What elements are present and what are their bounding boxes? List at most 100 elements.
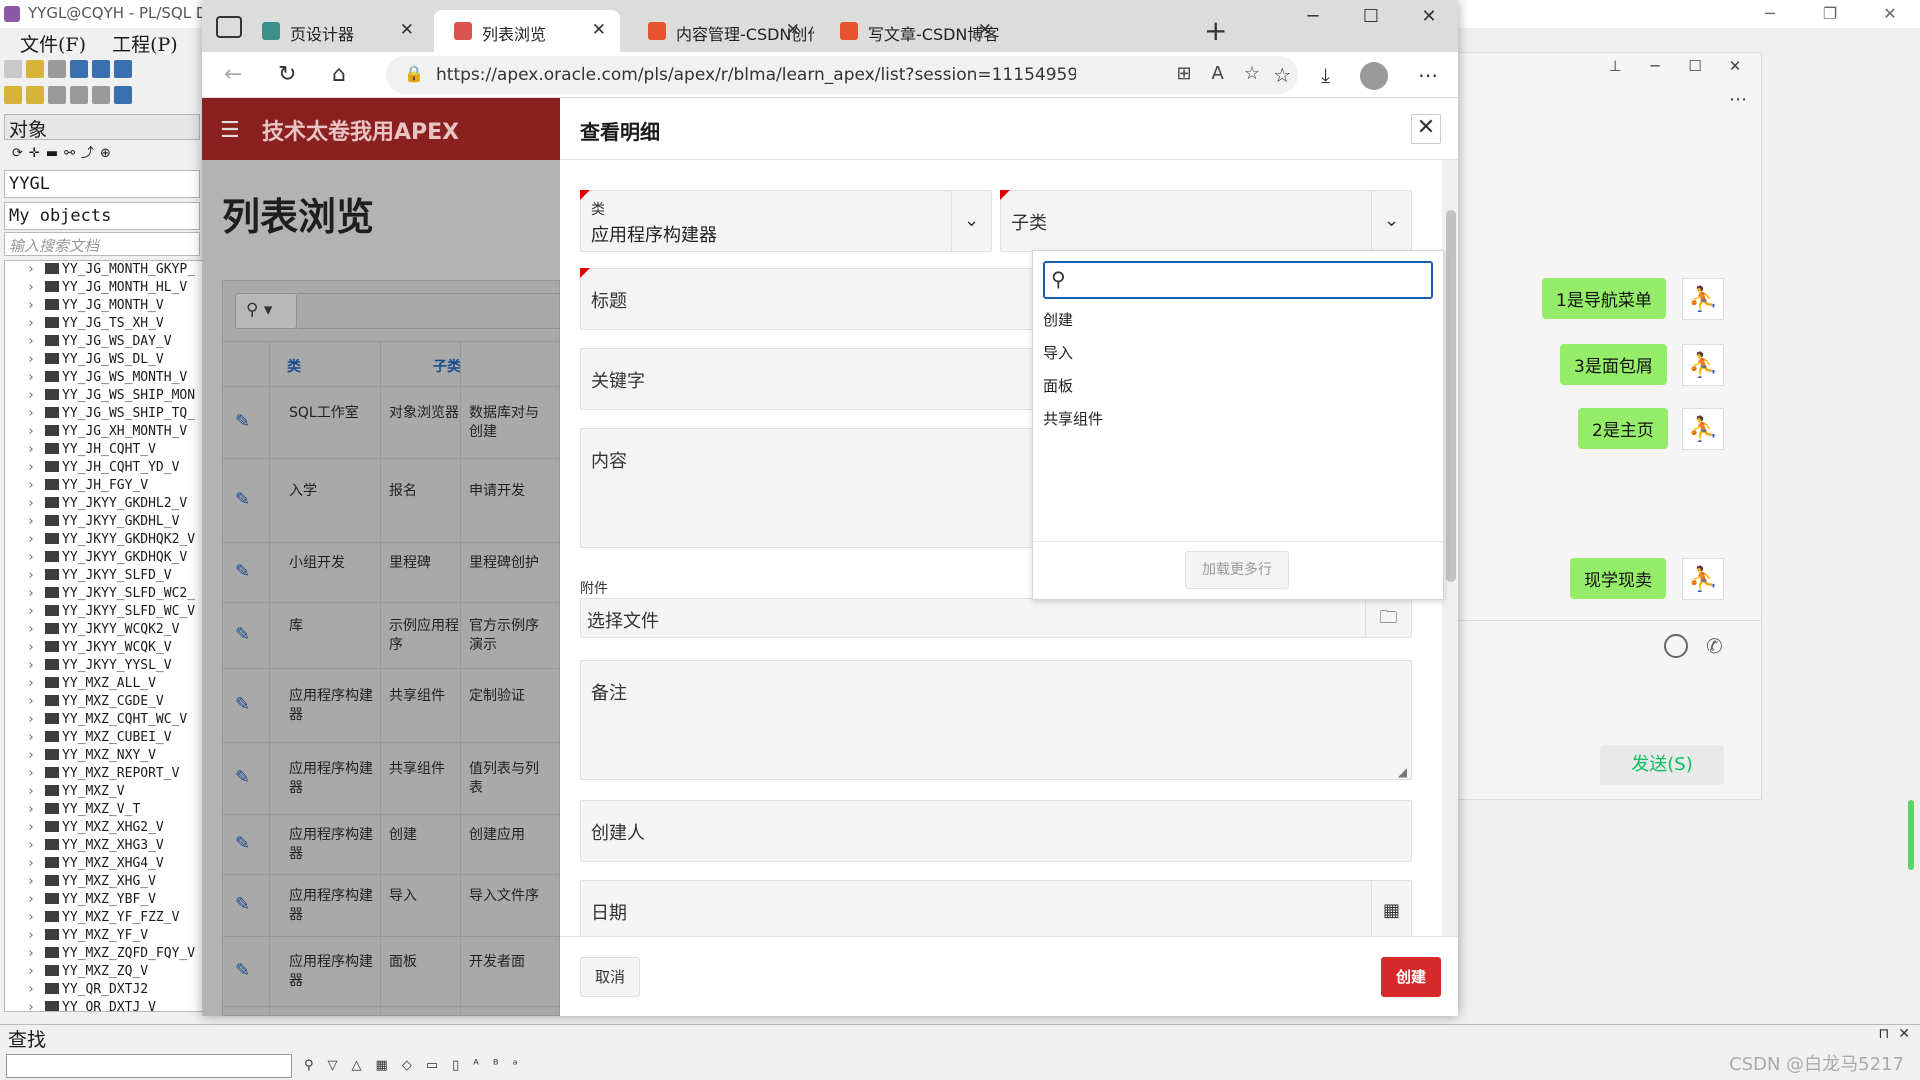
object-tree-item[interactable]: YY_JG_WS_SHIP_TQ_ (5, 405, 203, 423)
popup-search-input[interactable]: ⚲ (1043, 261, 1433, 299)
pin-icon[interactable]: ⊥ (1595, 57, 1635, 75)
more-options-icon[interactable]: ⋯ (1729, 89, 1747, 110)
subcategory-option[interactable]: 面板 (1043, 375, 1073, 396)
close-icon[interactable]: ✕ (1860, 0, 1920, 28)
object-tree-item[interactable]: YY_JG_WS_DAY_V (5, 333, 203, 351)
category-select[interactable]: 类 应用程序构建器 ⌄ (580, 190, 992, 252)
edit-icon[interactable]: ✎ (235, 489, 250, 510)
object-tree-item[interactable]: YY_MXZ_ZQ_V (5, 963, 203, 981)
object-tree-item[interactable]: YY_MXZ_YF_V (5, 927, 203, 945)
url-field[interactable]: 🔒 https://apex.oracle.com/pls/apex/r/blm… (386, 56, 1298, 94)
object-tree-item[interactable]: YY_JG_WS_MONTH_V (5, 369, 203, 387)
browser-tab[interactable]: 内容管理-CSDN创作中✕ (628, 10, 814, 52)
lock-icon[interactable]: 🔒 (404, 64, 424, 83)
folder-icon[interactable]: 🗀 (1365, 599, 1411, 637)
column-header-category[interactable]: 类 (287, 356, 301, 376)
chevron-down-icon[interactable]: ⌄ (951, 191, 991, 251)
object-tree-item[interactable]: YY_JG_MONTH_GKYP_ (5, 261, 203, 279)
avatar[interactable]: ⛹ (1682, 278, 1724, 320)
subcategory-option[interactable]: 共享组件 (1043, 408, 1103, 429)
find-input[interactable] (6, 1054, 292, 1078)
object-tree-item[interactable]: YY_JG_WS_SHIP_MON (5, 387, 203, 405)
browser-tab[interactable]: 写文章-CSDN博客 ✕ (820, 10, 1006, 52)
object-tree-item[interactable]: YY_JKYY_GKDHL2_V (5, 495, 203, 513)
objects-search-input[interactable]: 输入搜索文档 (4, 232, 200, 256)
object-tree-item[interactable]: YY_JKYY_GKDHL_V (5, 513, 203, 531)
read-aloud-icon[interactable]: A (1212, 63, 1244, 84)
case-icon[interactable]: ᴬ (473, 1058, 493, 1073)
edit-icon[interactable]: ✎ (235, 894, 250, 915)
object-tree-item[interactable]: YY_JH_CQHT_V (5, 441, 203, 459)
object-tree-item[interactable]: YY_QR_DXTJ_V (5, 999, 203, 1011)
browser-tab[interactable]: 列表浏览 ✕ (434, 10, 620, 52)
object-tree-item[interactable]: YY_JH_CQHT_YD_V (5, 459, 203, 477)
object-tree-item[interactable]: YY_JG_TS_XH_V (5, 315, 203, 333)
eraser-icon[interactable]: ◇ (402, 1058, 426, 1073)
edit-icon[interactable]: ✎ (235, 833, 250, 854)
app-icon[interactable]: ⊞ (1176, 63, 1211, 84)
maximize-icon[interactable]: ☐ (1675, 57, 1715, 75)
add-icon[interactable]: ✛ (29, 146, 46, 161)
creator-field[interactable]: 创建人 (580, 800, 1412, 862)
connect-icon[interactable] (114, 86, 132, 104)
object-tree-item[interactable]: YY_JH_FGY_V (5, 477, 203, 495)
objects-filter-select[interactable]: My objects (4, 202, 200, 230)
save-as-icon[interactable] (114, 60, 132, 78)
minimize-icon[interactable]: ─ (1635, 57, 1675, 75)
remarks-field[interactable]: 备注 ◢ (580, 660, 1412, 780)
word-icon[interactable]: ᴮ (493, 1058, 513, 1073)
object-tree-item[interactable]: YY_JKYY_YYSL_V (5, 657, 203, 675)
avatar[interactable]: ⛹ (1682, 344, 1724, 386)
binoculars-icon[interactable]: ⚲ (304, 1058, 328, 1073)
profile-avatar[interactable] (1360, 62, 1388, 90)
object-tree-item[interactable]: YY_JG_MONTH_HL_V (5, 279, 203, 297)
object-tree-item[interactable]: YY_QR_DXTJ2 (5, 981, 203, 999)
object-tree-item[interactable]: YY_MXZ_REPORT_V (5, 765, 203, 783)
calendar-icon[interactable]: ▦ (1371, 881, 1411, 936)
emoji-icon[interactable] (1664, 634, 1688, 658)
edit-icon[interactable]: ✎ (235, 960, 250, 981)
browser-tab[interactable]: 页设计器 ✕ (242, 10, 428, 52)
replace-icon[interactable]: ▦ (376, 1058, 402, 1073)
object-tree-item[interactable]: YY_JKYY_WCQK_V (5, 639, 203, 657)
app-title[interactable]: 技术太卷我用APEX (262, 114, 459, 146)
avatar[interactable]: ⛹ (1682, 558, 1724, 600)
object-tree-item[interactable]: YY_JKYY_GKDHQK2_V (5, 531, 203, 549)
regex-icon[interactable]: ᵃ (513, 1058, 532, 1073)
user-icon[interactable] (70, 86, 88, 104)
wand-icon[interactable] (48, 86, 66, 104)
object-tree-item[interactable]: YY_MXZ_XHG_V (5, 873, 203, 891)
back-icon[interactable]: ← (224, 62, 242, 87)
refresh-icon[interactable]: ⟳ (12, 146, 29, 161)
search-column-button[interactable]: ⚲ ▾ (235, 293, 297, 329)
save-icon[interactable] (70, 60, 88, 78)
object-tree-item[interactable]: YY_MXZ_XHG3_V (5, 837, 203, 855)
maximize-icon[interactable]: ☐ (1342, 6, 1400, 27)
objects-user-select[interactable]: YYGL (4, 170, 200, 198)
download-icon[interactable]: ⤓ (1321, 63, 1330, 87)
call-icon[interactable]: ✆ (1706, 634, 1723, 658)
subcategory-select[interactable]: 子类 ⌄ (1000, 190, 1412, 252)
object-tree-item[interactable]: YY_JKYY_SLFD_V (5, 567, 203, 585)
find-prev-icon[interactable]: △ (352, 1058, 376, 1073)
object-tree-item[interactable]: YY_MXZ_YF_FZZ_V (5, 909, 203, 927)
new-tab-icon[interactable]: + (1204, 14, 1227, 47)
save-all-icon[interactable] (92, 60, 110, 78)
object-tree-item[interactable]: YY_JKYY_WCQK2_V (5, 621, 203, 639)
print-icon[interactable] (48, 60, 66, 78)
pin-icon[interactable]: ⊓ (1878, 1026, 1889, 1042)
object-tree-item[interactable]: YY_MXZ_XHG4_V (5, 855, 203, 873)
object-tree-item[interactable]: YY_JKYY_GKDHQK_V (5, 549, 203, 567)
menu-icon[interactable]: ⋯ (1418, 63, 1438, 87)
subcategory-option[interactable]: 创建 (1043, 309, 1073, 330)
object-tree-item[interactable]: YY_MXZ_V (5, 783, 203, 801)
report-search-input[interactable] (297, 293, 567, 329)
object-tree-item[interactable]: YY_JKYY_SLFD_WC_V (5, 603, 203, 621)
date-field[interactable]: 日期 ▦ (580, 880, 1412, 936)
subcategory-option[interactable]: 导入 (1043, 342, 1073, 363)
restore-icon[interactable]: ❐ (1800, 0, 1860, 28)
find-next-icon[interactable]: ▽ (328, 1058, 352, 1073)
open-icon[interactable] (26, 60, 44, 78)
hamburger-icon[interactable]: ☰ (220, 118, 240, 143)
edit-icon[interactable]: ✎ (235, 767, 250, 788)
